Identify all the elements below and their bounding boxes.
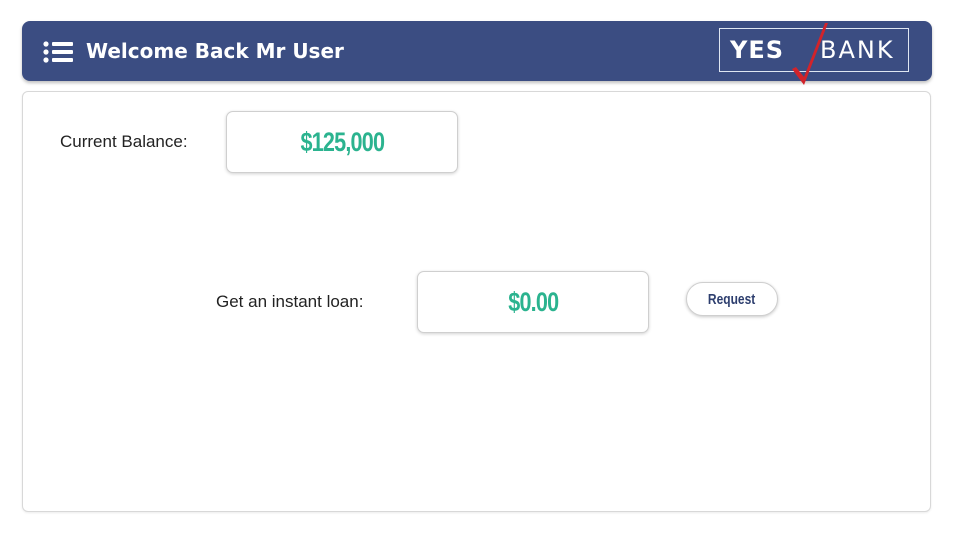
bank-logo: YES BANK xyxy=(719,23,909,85)
current-balance-box: $125,000 xyxy=(226,111,458,173)
request-loan-button[interactable]: Request xyxy=(686,282,778,316)
app-header: Welcome Back Mr User YES BANK xyxy=(22,21,932,85)
instant-loan-label: Get an instant loan: xyxy=(216,292,364,311)
logo-tick-mark-icon xyxy=(792,23,828,85)
current-balance-value: $125,000 xyxy=(300,126,384,157)
page-title: Welcome Back Mr User xyxy=(86,39,344,63)
logo-yes-text: YES xyxy=(730,36,785,64)
list-menu-icon[interactable] xyxy=(43,41,73,63)
request-button-label: Request xyxy=(708,290,756,308)
loan-amount-value: $0.00 xyxy=(507,286,559,317)
loan-amount-field[interactable]: $0.00 xyxy=(417,271,649,333)
list-menu-icon-graphic xyxy=(43,41,73,63)
logo-bank-text: BANK xyxy=(820,36,895,64)
account-card: Current Balance: $125,000 Get an instant… xyxy=(22,91,931,512)
page: Welcome Back Mr User YES BANK Current Ba… xyxy=(0,0,960,540)
current-balance-label: Current Balance: xyxy=(60,132,188,151)
